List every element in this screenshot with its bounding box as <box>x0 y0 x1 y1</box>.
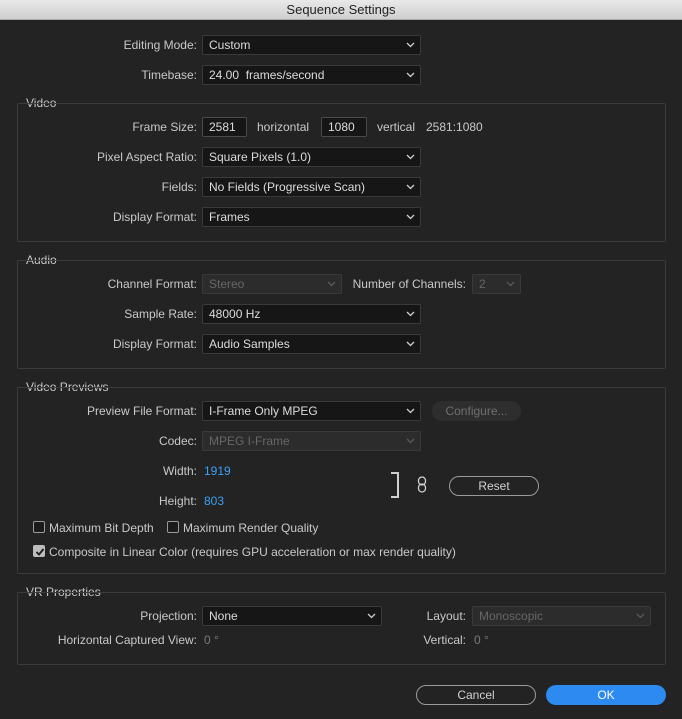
sample-rate-select[interactable]: 48000 Hz <box>202 304 421 324</box>
chevron-down-icon <box>406 438 415 444</box>
projection-label: Projection: <box>140 609 197 623</box>
audio-display-format-select[interactable]: Audio Samples <box>202 334 421 354</box>
audio-display-format-value: Audio Samples <box>209 337 290 351</box>
chevron-down-icon <box>636 613 645 619</box>
preview-width-value[interactable]: 1919 <box>204 464 231 478</box>
vr-vertical-label: Vertical: <box>423 633 466 647</box>
preview-height-value[interactable]: 803 <box>204 494 224 508</box>
preview-file-format-select[interactable]: I-Frame Only MPEG <box>202 401 421 421</box>
chevron-down-icon <box>327 281 336 287</box>
editing-mode-select[interactable]: Custom <box>202 35 421 55</box>
fields-value: No Fields (Progressive Scan) <box>209 180 366 194</box>
editing-mode-value: Custom <box>209 38 251 52</box>
composite-linear-checkbox[interactable] <box>33 545 45 557</box>
checkmark-icon <box>35 548 45 556</box>
cancel-button[interactable]: Cancel <box>416 685 536 705</box>
aspect-ratio-readout: 2581:1080 <box>426 120 483 134</box>
channel-format-select: Stereo <box>202 274 342 294</box>
h-captured-view-value: 0 ° <box>204 633 219 647</box>
reset-button[interactable]: Reset <box>449 476 539 496</box>
chevron-down-icon <box>367 613 376 619</box>
preview-height-label: Height: <box>158 494 197 508</box>
composite-linear-label: Composite in Linear Color (requires GPU … <box>49 545 456 559</box>
num-channels-value: 2 <box>479 277 486 291</box>
timebase-label: Timebase: <box>141 68 197 82</box>
chevron-down-icon <box>506 281 515 287</box>
video-display-format-value: Frames <box>209 210 250 224</box>
timebase-value: 24.00 frames/second <box>209 68 325 82</box>
chevron-down-icon <box>406 311 415 317</box>
projection-value: None <box>209 609 238 623</box>
vr-section <box>17 592 666 665</box>
chevron-down-icon <box>406 184 415 190</box>
vertical-label: vertical <box>377 120 416 134</box>
video-display-format-select[interactable]: Frames <box>202 207 421 227</box>
configure-button: Configure... <box>432 401 521 421</box>
frame-width-input[interactable]: 2581 <box>202 117 247 137</box>
pixel-aspect-value: Square Pixels (1.0) <box>209 150 312 164</box>
chevron-down-icon <box>406 408 415 414</box>
fields-select[interactable]: No Fields (Progressive Scan) <box>202 177 421 197</box>
codec-label: Codec: <box>158 434 197 448</box>
link-bracket <box>391 472 399 498</box>
window-titlebar: Sequence Settings <box>0 0 682 20</box>
ok-button[interactable]: OK <box>546 685 666 705</box>
preview-file-format-label: Preview File Format: <box>86 404 197 418</box>
chevron-down-icon <box>406 72 415 78</box>
num-channels-label: Number of Channels: <box>352 277 466 291</box>
audio-display-format-label: Display Format: <box>112 337 197 351</box>
pixel-aspect-label: Pixel Aspect Ratio: <box>96 150 197 164</box>
horizontal-label: horizontal <box>257 120 310 134</box>
editing-mode-label: Editing Mode: <box>123 38 197 52</box>
num-channels-select: 2 <box>472 274 521 294</box>
sample-rate-label: Sample Rate: <box>124 307 197 321</box>
window-title: Sequence Settings <box>286 2 396 17</box>
chevron-down-icon <box>406 42 415 48</box>
video-display-format-label: Display Format: <box>112 210 197 224</box>
pixel-aspect-select[interactable]: Square Pixels (1.0) <box>202 147 421 167</box>
codec-value: MPEG I-Frame <box>209 434 290 448</box>
vr-vertical-value: 0 ° <box>474 633 489 647</box>
chevron-down-icon <box>406 341 415 347</box>
max-bit-depth-checkbox[interactable] <box>33 521 45 533</box>
preview-width-label: Width: <box>162 464 197 478</box>
h-captured-view-label: Horizontal Captured View: <box>57 633 197 647</box>
max-render-quality-checkbox[interactable] <box>167 521 179 533</box>
codec-select: MPEG I-Frame <box>202 431 421 451</box>
timebase-select[interactable]: 24.00 frames/second <box>202 65 421 85</box>
link-icon[interactable] <box>417 476 427 497</box>
layout-value: Monoscopic <box>479 609 544 623</box>
sample-rate-value: 48000 Hz <box>209 307 261 321</box>
frame-size-label: Frame Size: <box>132 120 197 134</box>
max-render-quality-label: Maximum Render Quality <box>183 521 319 535</box>
max-bit-depth-label: Maximum Bit Depth <box>49 521 154 535</box>
channel-format-value: Stereo <box>209 277 245 291</box>
fields-label: Fields: <box>161 180 197 194</box>
preview-file-format-value: I-Frame Only MPEG <box>209 404 318 418</box>
chevron-down-icon <box>406 154 415 160</box>
channel-format-label: Channel Format: <box>107 277 197 291</box>
projection-select[interactable]: None <box>202 606 382 626</box>
frame-height-input[interactable]: 1080 <box>321 117 367 137</box>
chevron-down-icon <box>406 214 415 220</box>
layout-label: Layout: <box>426 609 466 623</box>
layout-select: Monoscopic <box>472 606 651 626</box>
